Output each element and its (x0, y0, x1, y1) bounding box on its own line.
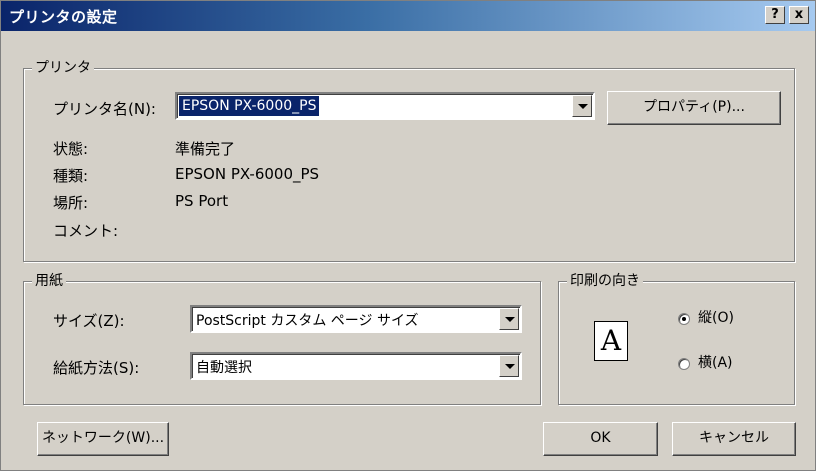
printer-name-value: EPSON PX-6000_PS (179, 96, 320, 116)
paper-size-dropdown-arrow-icon[interactable] (499, 308, 519, 330)
window-title: プリンタの設定 (9, 8, 118, 26)
title-bar: プリンタの設定 ? x (1, 1, 815, 31)
properties-button[interactable]: プロパティ(P)... (607, 91, 781, 125)
portrait-radio[interactable] (678, 313, 690, 325)
orientation-group-legend: 印刷の向き (567, 272, 643, 290)
paper-size-value: PostScript カスタム ページ サイズ (196, 313, 419, 329)
type-label: 種類: (53, 167, 89, 185)
printer-name-dropdown-arrow-icon[interactable] (572, 95, 592, 117)
printer-name-label: プリンタ名(N): (53, 100, 156, 118)
location-label: 場所: (53, 194, 89, 212)
portrait-page-icon: A (594, 321, 628, 361)
paper-size-label: サイズ(Z): (53, 312, 125, 330)
landscape-radio[interactable] (678, 358, 690, 370)
network-button[interactable]: ネットワーク(W)... (37, 422, 169, 456)
printer-setup-dialog: プリンタの設定 ? x プリンタ プリンタ名(N): EPSON PX-6000… (0, 0, 816, 471)
paper-source-value: 自動選択 (196, 360, 252, 376)
comment-label: コメント: (53, 222, 119, 240)
paper-source-label: 給紙方法(S): (53, 359, 140, 377)
printer-name-combobox[interactable]: EPSON PX-6000_PS (175, 92, 595, 120)
portrait-label[interactable]: 縦(O) (698, 307, 734, 327)
printer-group-legend: プリンタ (32, 59, 94, 77)
help-button[interactable]: ? (765, 6, 785, 24)
landscape-label[interactable]: 横(A) (698, 352, 733, 372)
paper-source-dropdown-arrow-icon[interactable] (499, 355, 519, 377)
location-value: PS Port (175, 192, 229, 210)
ok-button[interactable]: OK (543, 422, 658, 456)
status-value: 準備完了 (175, 140, 236, 158)
close-button[interactable]: x (789, 6, 809, 24)
cancel-button[interactable]: キャンセル (672, 422, 796, 456)
paper-group: 用紙 (23, 272, 541, 405)
status-label: 状態: (53, 140, 89, 158)
paper-source-combobox[interactable]: 自動選択 (190, 352, 522, 380)
type-value: EPSON PX-6000_PS (175, 165, 320, 183)
paper-group-legend: 用紙 (32, 272, 66, 290)
paper-size-combobox[interactable]: PostScript カスタム ページ サイズ (190, 305, 522, 333)
